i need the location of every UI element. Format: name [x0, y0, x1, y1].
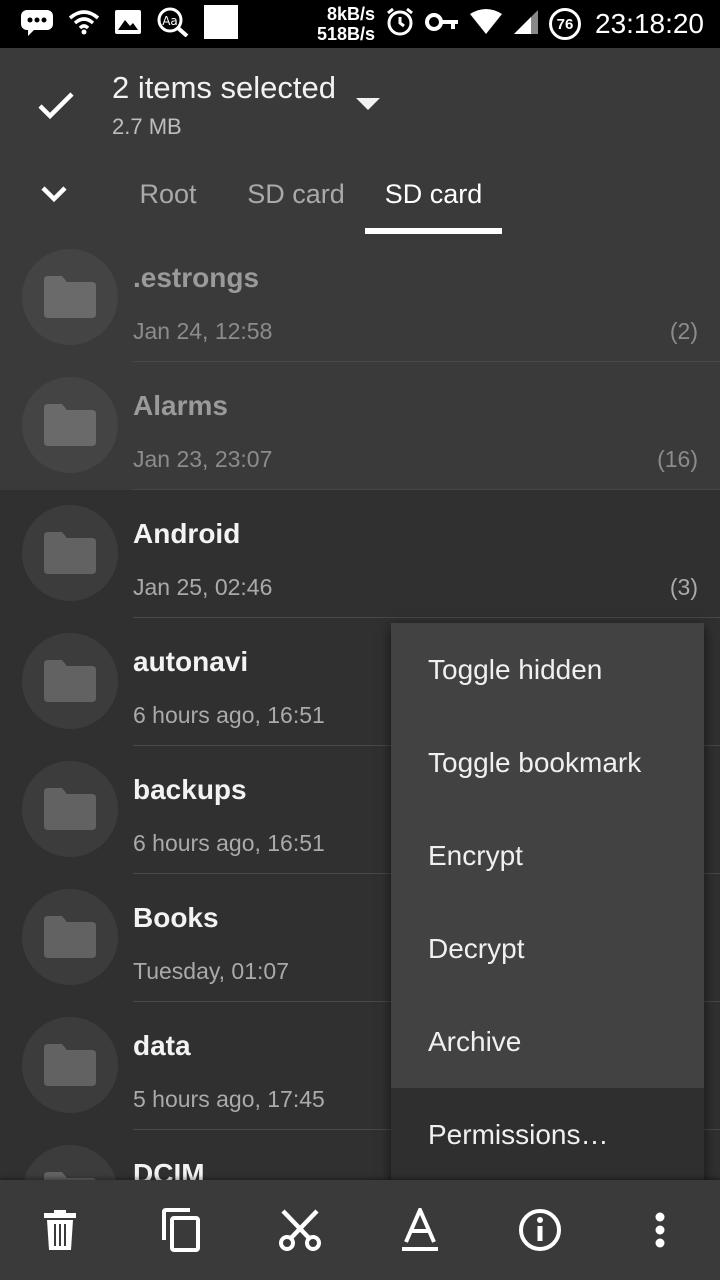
- folder-icon: [44, 532, 96, 574]
- rename-icon: [402, 1208, 438, 1251]
- key-icon: [425, 11, 459, 38]
- more-button[interactable]: [630, 1200, 690, 1260]
- folder-avatar[interactable]: [22, 1145, 118, 1180]
- file-date: Jan 25, 02:46: [133, 574, 273, 600]
- file-date: 6 hours ago, 16:51: [133, 702, 325, 728]
- menu-item-permissions[interactable]: Permissions…: [391, 1088, 704, 1181]
- file-count: (3): [669, 574, 698, 600]
- folder-avatar[interactable]: [22, 761, 118, 857]
- file-date: 5 hours ago, 17:45: [133, 1086, 325, 1112]
- wifi-signal-icon: [469, 8, 503, 40]
- folder-avatar[interactable]: [22, 377, 118, 473]
- folder-avatar[interactable]: [22, 889, 118, 985]
- selection-app-bar: 2 items selected 2.7 MB Root SD card SD …: [0, 48, 720, 234]
- bottom-action-bar: [0, 1180, 720, 1280]
- upload-speed: 8kB/s: [326, 4, 375, 24]
- menu-item-archive[interactable]: Archive: [391, 995, 704, 1088]
- battery-level: 76: [556, 15, 574, 33]
- more-vert-icon: [655, 1212, 665, 1248]
- file-date: 6 hours ago, 16:51: [133, 830, 325, 856]
- file-name: DCIM: [133, 1158, 205, 1180]
- file-date: Jan 24, 12:58: [133, 318, 273, 344]
- folder-icon: [44, 1044, 96, 1086]
- tab-sd-card[interactable]: SD card: [230, 176, 362, 234]
- copy-icon: [162, 1208, 200, 1252]
- folder-icon: [44, 660, 96, 702]
- cut-icon: [279, 1209, 321, 1251]
- done-button[interactable]: [30, 82, 82, 134]
- chat-icon: [20, 8, 54, 41]
- white-square-icon: [204, 4, 238, 44]
- caret-down-icon[interactable]: [356, 98, 380, 110]
- folder-avatar[interactable]: [22, 633, 118, 729]
- check-icon: [37, 91, 75, 126]
- context-menu: Toggle hidden Toggle bookmark Encrypt De…: [391, 623, 704, 1183]
- file-name: .estrongs: [133, 262, 260, 293]
- file-count: (16): [657, 446, 698, 472]
- delete-button[interactable]: [30, 1200, 90, 1260]
- menu-item-decrypt[interactable]: Decrypt: [391, 902, 704, 995]
- chevron-down-icon: [40, 185, 68, 208]
- breadcrumb-collapse-button[interactable]: [32, 176, 76, 216]
- cell-signal-icon: [513, 9, 539, 40]
- cut-button[interactable]: [270, 1200, 330, 1260]
- list-item-android[interactable]: Android Jan 25, 02:46 (3): [0, 490, 720, 618]
- status-system-icons: 8kB/s 518B/s 76 23:18:20: [317, 0, 704, 48]
- status-notification-icons: Aa: [0, 0, 238, 48]
- svg-text:Aa: Aa: [162, 14, 178, 28]
- menu-item-encrypt[interactable]: Encrypt: [391, 809, 704, 902]
- tab-root[interactable]: Root: [120, 176, 216, 234]
- info-button[interactable]: [510, 1200, 570, 1260]
- folder-icon: [44, 404, 96, 446]
- alarm-icon: [385, 7, 415, 42]
- file-name: backups: [133, 774, 247, 805]
- file-count: (2): [669, 318, 698, 344]
- file-name: Alarms: [133, 390, 228, 421]
- folder-avatar[interactable]: [22, 249, 118, 345]
- rename-button[interactable]: [390, 1200, 450, 1260]
- battery-icon: 76: [549, 8, 581, 40]
- file-name: Books: [133, 902, 219, 933]
- list-item-alarms[interactable]: Alarms Jan 23, 23:07 (16): [0, 362, 720, 490]
- file-date: Tuesday, 01:07: [133, 958, 289, 984]
- selection-count[interactable]: 2 items selected: [112, 70, 336, 106]
- folder-icon: [44, 1172, 96, 1180]
- image-icon: [114, 9, 142, 40]
- copy-button[interactable]: [150, 1200, 210, 1260]
- file-date: Jan 23, 23:07: [133, 446, 273, 472]
- download-speed: 518B/s: [316, 24, 375, 44]
- folder-avatar[interactable]: [22, 505, 118, 601]
- list-item-estrongs[interactable]: .estrongs Jan 24, 12:58 (2): [0, 234, 720, 362]
- font-search-icon: Aa: [156, 7, 190, 42]
- delete-icon: [44, 1210, 76, 1250]
- menu-item-toggle-hidden[interactable]: Toggle hidden: [391, 623, 704, 716]
- file-name: Android: [133, 518, 241, 549]
- file-name: autonavi: [133, 646, 249, 677]
- tab-sd-card-current[interactable]: SD card: [365, 176, 502, 234]
- file-name: data: [133, 1030, 191, 1061]
- folder-icon: [44, 788, 96, 830]
- network-speed: 8kB/s 518B/s: [317, 4, 375, 44]
- folder-icon: [44, 916, 96, 958]
- folder-avatar[interactable]: [22, 1017, 118, 1113]
- clock: 23:18:20: [595, 8, 704, 39]
- selection-size: 2.7 MB: [112, 114, 182, 139]
- wifi-icon: [68, 9, 100, 40]
- info-icon: [519, 1209, 561, 1251]
- folder-icon: [44, 276, 96, 318]
- menu-item-toggle-bookmark[interactable]: Toggle bookmark: [391, 716, 704, 809]
- status-bar: Aa 8kB/s 518B/s 76 23:18:20: [0, 0, 720, 48]
